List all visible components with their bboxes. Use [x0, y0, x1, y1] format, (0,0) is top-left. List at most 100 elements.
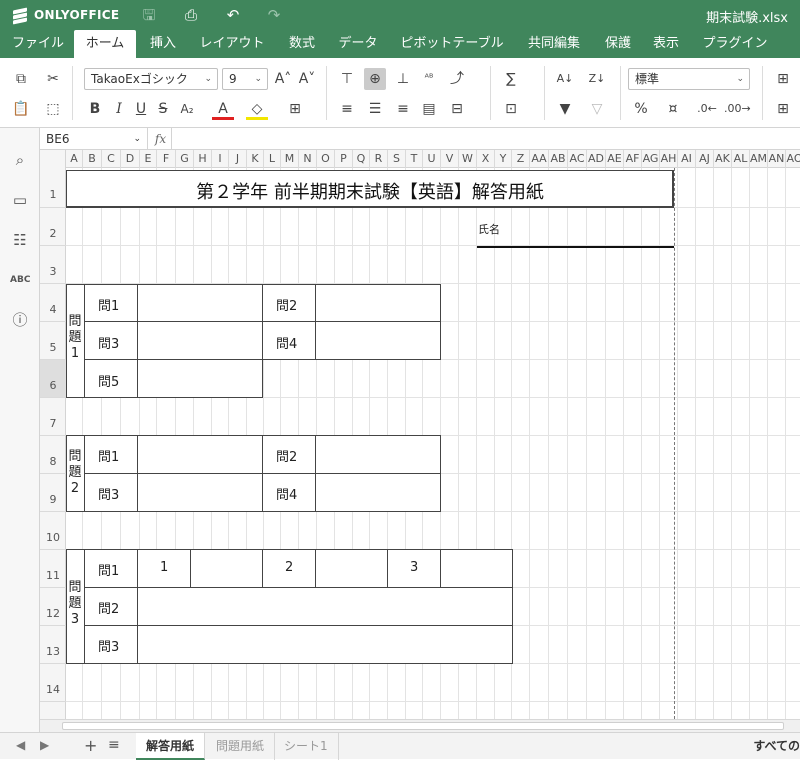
row-header[interactable]: 8	[40, 436, 66, 474]
row-header[interactable]: 14	[40, 664, 66, 702]
column-header[interactable]: W	[459, 150, 477, 168]
cells-area[interactable]: 第２学年 前半期期末試験【英語】解答用紙 氏名 問題1 問1 問2 問3 問4 …	[66, 168, 800, 719]
tab-pivot[interactable]: ピボットテーブル	[392, 30, 512, 58]
number-format-select[interactable]: 標準 ⌄	[628, 68, 750, 90]
column-header[interactable]: I	[212, 150, 229, 168]
column-header[interactable]: AA	[530, 150, 549, 168]
tab-formula[interactable]: 数式	[278, 30, 326, 58]
column-header[interactable]: AN	[768, 150, 786, 168]
text-orientation-icon[interactable]: ᴬᴮ	[418, 68, 440, 90]
select-all-icon[interactable]: ⬚	[42, 98, 64, 120]
column-header[interactable]: N	[299, 150, 317, 168]
align-left-icon[interactable]: ≡	[336, 98, 358, 120]
decrease-decimal-icon[interactable]: .0←	[696, 98, 718, 120]
column-header[interactable]: L	[264, 150, 281, 168]
copy-icon[interactable]: ⧉	[10, 68, 32, 90]
column-header[interactable]: R	[370, 150, 388, 168]
row-header[interactable]: 1	[40, 168, 66, 208]
s1-q4-answer[interactable]	[315, 321, 441, 360]
name-box[interactable]: BE6 ⌄	[40, 128, 148, 150]
s1-q5-answer[interactable]	[137, 359, 263, 398]
autosum-icon[interactable]: ∑	[500, 68, 522, 90]
insert-function-button[interactable]: fx	[150, 128, 172, 150]
justify-icon[interactable]: ▤	[418, 98, 440, 120]
sheet-tab-sheet1[interactable]: シート1	[274, 733, 339, 760]
column-header[interactable]: AB	[549, 150, 568, 168]
sort-descending-icon[interactable]: Z↓	[586, 68, 608, 90]
align-bottom-icon[interactable]: ⊥	[392, 68, 414, 90]
font-color-icon[interactable]: A	[212, 98, 234, 120]
italic-icon[interactable]: I	[108, 98, 130, 120]
s3-q3-answer[interactable]	[137, 625, 513, 664]
sort-ascending-icon[interactable]: A↓	[554, 68, 576, 90]
row-header[interactable]: 3	[40, 246, 66, 284]
column-header[interactable]: S	[388, 150, 406, 168]
currency-icon[interactable]: ¤	[662, 98, 684, 120]
column-header[interactable]: AD	[587, 150, 606, 168]
subscript-icon[interactable]: A₂	[176, 98, 198, 120]
column-header[interactable]: AI	[678, 150, 696, 168]
tab-layout[interactable]: レイアウト	[190, 30, 274, 58]
align-middle-icon[interactable]: ⊕	[364, 68, 386, 90]
cut-icon[interactable]: ✂	[42, 68, 64, 90]
column-header[interactable]: AG	[642, 150, 660, 168]
column-header[interactable]: H	[194, 150, 212, 168]
column-header[interactable]: T	[406, 150, 423, 168]
s1-q3-answer[interactable]	[137, 321, 263, 360]
row-header[interactable]: 7	[40, 398, 66, 436]
tab-data[interactable]: データ	[330, 30, 386, 58]
insert-cells-icon[interactable]: ⊞	[772, 68, 794, 90]
tab-view[interactable]: 表示	[644, 30, 688, 58]
column-header[interactable]: A	[66, 150, 83, 168]
prev-sheet-icon[interactable]: ◀	[16, 738, 25, 752]
column-header[interactable]: AK	[714, 150, 732, 168]
save-icon[interactable]: 🖫	[140, 6, 158, 24]
s2-q2-answer[interactable]	[315, 435, 441, 474]
s2-q4-answer[interactable]	[315, 473, 441, 512]
insert-function-icon[interactable]: ⊡	[500, 98, 522, 120]
column-header[interactable]: B	[83, 150, 102, 168]
column-header[interactable]: E	[140, 150, 157, 168]
column-header[interactable]: C	[102, 150, 121, 168]
column-header[interactable]: P	[335, 150, 353, 168]
column-header[interactable]: AJ	[696, 150, 714, 168]
column-header[interactable]: F	[157, 150, 176, 168]
merge-cells-icon[interactable]: ⊟	[446, 98, 468, 120]
column-header[interactable]: X	[477, 150, 495, 168]
row-header[interactable]: 11	[40, 550, 66, 588]
row-header[interactable]: 10	[40, 512, 66, 550]
row-header[interactable]: 13	[40, 626, 66, 664]
percent-icon[interactable]: %	[630, 98, 652, 120]
scrollbar-thumb[interactable]	[62, 722, 784, 730]
add-sheet-icon[interactable]: +	[84, 736, 97, 755]
fill-color-icon[interactable]: ◇	[246, 98, 268, 120]
row-header[interactable]: 12	[40, 588, 66, 626]
column-header[interactable]: AF	[624, 150, 642, 168]
column-header[interactable]: Q	[353, 150, 370, 168]
column-header[interactable]: J	[229, 150, 247, 168]
underline-icon[interactable]: U	[130, 98, 152, 120]
column-header[interactable]: AH	[660, 150, 678, 168]
column-header[interactable]: D	[121, 150, 140, 168]
s1-q1-answer[interactable]	[137, 284, 263, 322]
s3-q1-sub1-answer[interactable]	[190, 549, 263, 588]
comment-icon[interactable]: ▭	[10, 190, 30, 210]
column-header[interactable]: AO	[786, 150, 800, 168]
redo-icon[interactable]: ↷	[265, 6, 283, 24]
row-header[interactable]: 2	[40, 208, 66, 246]
undo-icon[interactable]: ↶	[224, 6, 242, 24]
s2-q1-answer[interactable]	[137, 435, 263, 474]
sheet-tab-question[interactable]: 問題用紙	[206, 733, 276, 760]
tab-plugins[interactable]: プラグイン	[694, 30, 776, 58]
row-header[interactable]: 6	[40, 360, 66, 398]
font-name-select[interactable]: TakaoExゴシック ⌄	[84, 68, 218, 90]
strikethrough-icon[interactable]: S	[152, 98, 174, 120]
s3-q1-sub3-answer[interactable]	[440, 549, 513, 588]
column-header[interactable]: AC	[568, 150, 587, 168]
sheet-list-icon[interactable]: ≡	[108, 737, 120, 753]
decrease-font-icon[interactable]: A˅	[296, 68, 318, 90]
filter-icon[interactable]: ▼	[554, 98, 576, 120]
row-header[interactable]: 4	[40, 284, 66, 322]
align-top-icon[interactable]: ⊤	[336, 68, 358, 90]
spreadsheet-grid[interactable]: A B C D E F G H I J K L M N O P Q R S T U V W X Y Z AA AB AC AD AE AF AG…	[40, 150, 800, 719]
